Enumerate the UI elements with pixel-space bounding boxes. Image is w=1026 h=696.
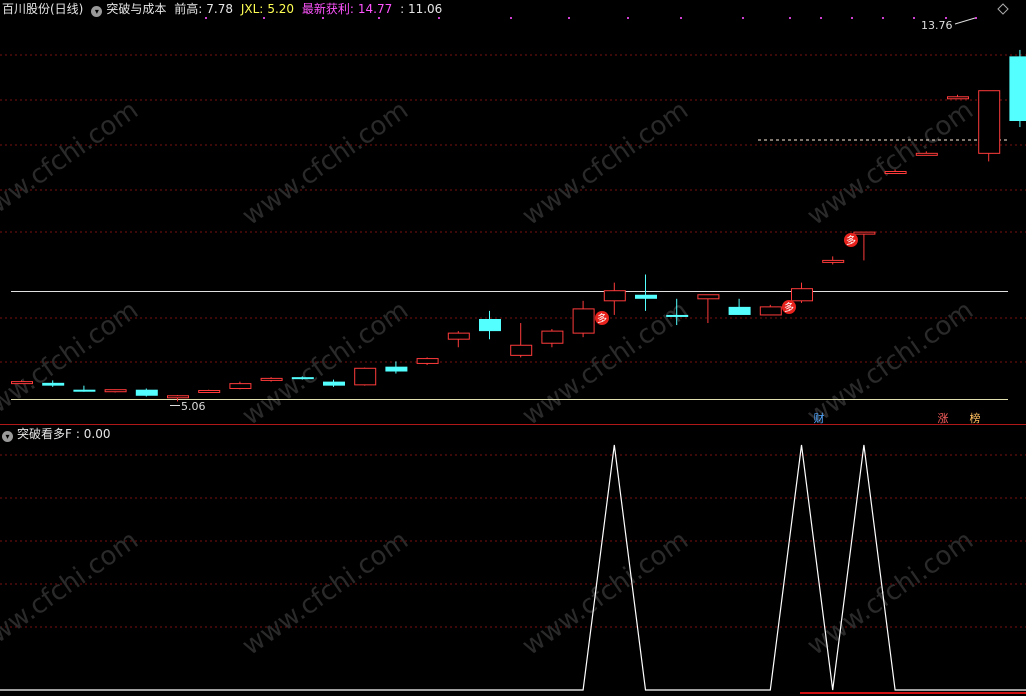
candle-14 [447,331,470,348]
watermark-text: www.cfchi.com [0,95,144,231]
watermark-text: www.cfchi.com [802,525,979,661]
event-badge: 财 [814,411,825,425]
candle-body [104,389,127,393]
candle-2 [73,385,96,392]
top-dot-marker-2 [322,17,324,19]
top-dot-marker-5 [510,17,512,19]
buy-signal-label: 多 [784,301,794,314]
candle-3 [104,389,127,393]
top-dot-marker-16 [975,17,977,19]
candle-6 [198,389,221,394]
high-label-arrow [954,17,976,25]
candle-body [603,290,626,302]
candle-body [915,152,938,156]
low-price-label: 5.06 [181,400,206,413]
buy-signal-label: 多 [597,312,607,325]
candle-20 [635,274,657,311]
candle-body [229,383,252,389]
candle-body [11,381,33,385]
candle-27 [853,231,876,261]
candle-body [198,390,221,394]
candle-32 [1009,49,1026,128]
watermark-text: www.cfchi.com [802,295,979,431]
candle-body [135,389,158,396]
candle-22 [697,294,720,324]
candle-body [260,377,283,381]
candle-17 [541,329,564,348]
candle-15 [479,310,501,340]
candle-18 [572,300,595,338]
top-dot-marker-7 [627,17,629,19]
watermark-text: www.cfchi.com [517,95,694,231]
candle-body [42,382,65,386]
candle-24 [759,304,782,316]
candle-body [822,259,845,263]
candle-23 [728,298,751,315]
watermark-text: www.cfchi.com [0,295,144,431]
candle-body [635,294,657,299]
candle-25 [791,282,813,303]
candle-body [416,358,439,364]
candle-16 [510,323,533,358]
candle-body [884,171,907,175]
watermark-text: www.cfchi.com [802,95,979,231]
candle-12 [385,361,408,374]
candle-body [853,231,876,235]
candle-body [572,308,595,334]
event-badge: 涨 [938,412,949,425]
candle-13 [416,357,439,366]
candle-body [354,367,377,386]
candle-19 [603,282,626,315]
candle-body [73,389,96,392]
top-dot-marker-11 [820,17,822,19]
top-dot-marker-14 [913,17,915,19]
top-dot-marker-3 [378,17,380,19]
candle-body [510,344,533,356]
candle-body [541,330,564,344]
candle-body [978,90,1001,154]
candle-body [666,314,689,317]
candle-body [947,96,969,100]
candle-body [1009,56,1026,122]
top-dot-marker-12 [851,17,853,19]
watermark-text: www.cfchi.com [237,525,414,661]
top-dot-marker-10 [789,17,791,19]
candle-26 [822,256,845,265]
candle-body [385,366,408,372]
diamond-settings-icon [997,3,1009,15]
candle-body [447,332,470,340]
candle-11 [354,367,377,386]
buy-signal-label: 多 [846,234,856,247]
candle-body [479,318,501,332]
candle-7 [229,381,252,390]
candle-30 [947,94,969,100]
event-badge: 榜 [970,411,981,425]
candle-body [791,288,813,302]
candle-body [323,381,345,386]
top-dot-marker-8 [680,17,682,19]
candle-body [697,294,720,300]
top-dot-marker-0 [205,17,207,19]
candle-body [728,306,751,315]
top-dot-marker-4 [438,17,440,19]
top-dot-marker-13 [882,17,884,19]
chart-canvas: www.cfchi.com www.cfchi.com www.cfchi.com w… [0,3,1026,694]
top-dot-marker-6 [568,17,570,19]
candle-body [291,377,314,380]
watermark-text: www.cfchi.com [517,525,694,661]
high-price-label: 13.76 [921,19,953,32]
watermark-text: www.cfchi.com [237,95,414,231]
buy-signal-marker: 多 [595,311,609,325]
candle-31 [978,90,1001,162]
watermark-text: www.cfchi.com [237,295,414,431]
watermark-text: www.cfchi.com [0,525,144,661]
buy-signal-marker: 多 [782,300,796,314]
candle-body [167,395,189,399]
candle-4 [135,388,158,397]
indicator-series-line [0,444,1026,691]
candle-body [759,306,782,316]
top-dot-marker-1 [263,17,265,19]
top-dot-marker-9 [742,17,744,19]
buy-signal-marker: 多 [844,233,858,247]
